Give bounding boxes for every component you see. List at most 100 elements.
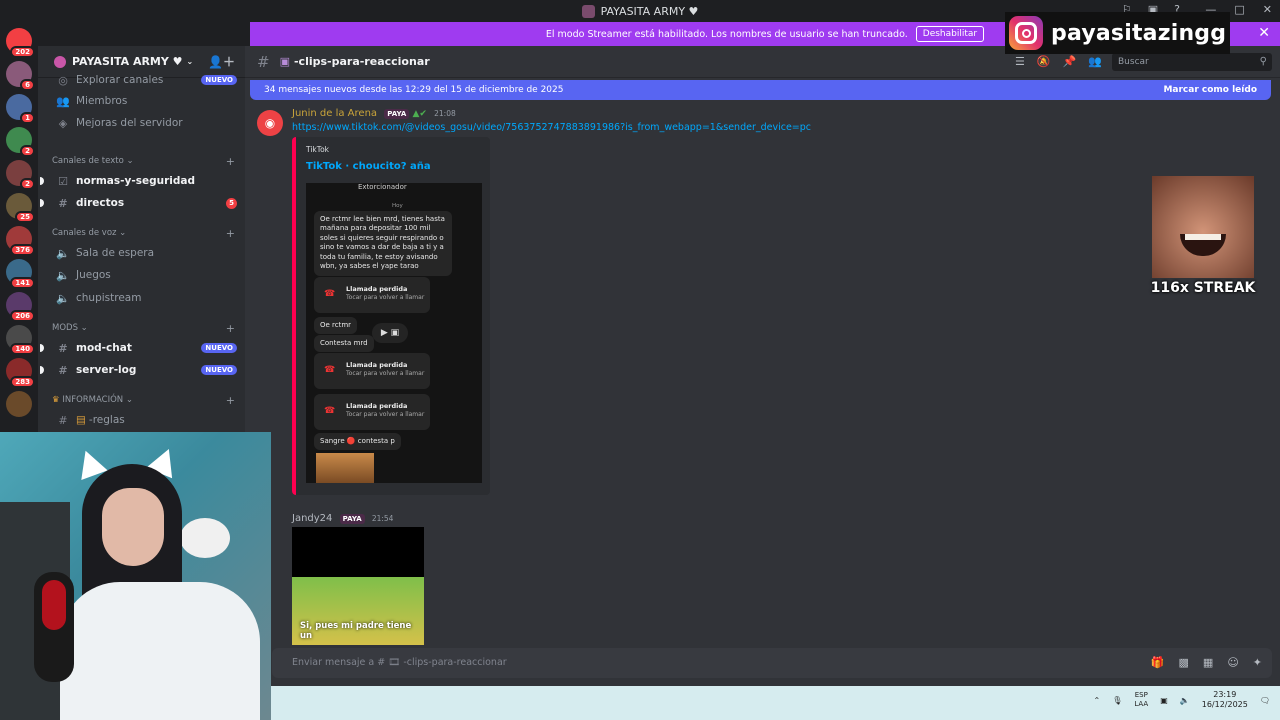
- server-icon[interactable]: 140: [6, 325, 35, 355]
- hash-icon: #: [257, 52, 270, 71]
- streak-image: [1152, 176, 1254, 278]
- window-title: PAYASITA ARMY ♥: [600, 4, 699, 18]
- gift-icon[interactable]: 🎁: [1151, 656, 1165, 669]
- author-name[interactable]: Junin de la Arena: [292, 108, 377, 119]
- speaker-icon: 🔈: [56, 268, 70, 282]
- instagram-icon: [1009, 16, 1043, 50]
- missed-call-title: Llamada perdida: [346, 402, 408, 410]
- voice-channel-chupistream[interactable]: 🔈 chupistream: [46, 288, 237, 308]
- category-text[interactable]: Canales de texto ⌄ +: [52, 154, 235, 168]
- microphone-icon[interactable]: 🎙: [1112, 696, 1122, 705]
- voice-channel-juegos[interactable]: 🔈 Juegos: [46, 265, 237, 285]
- server-icon[interactable]: 283: [6, 358, 35, 388]
- streak-label: 116x STREAK: [1150, 280, 1256, 296]
- search-input[interactable]: Buscar ⚲: [1112, 53, 1272, 71]
- role-tag: PAYA: [339, 514, 365, 524]
- role-tag: PAYA: [384, 109, 410, 119]
- mention-badge: 141: [10, 277, 35, 289]
- phone-icon: ☎: [324, 365, 336, 375]
- server-list: 202 6 1 2 2 25 376 141 206 140 283: [0, 22, 38, 432]
- channel-normas[interactable]: ☑ normas-y-seguridad: [40, 171, 237, 191]
- maximize-button[interactable]: □: [1234, 3, 1244, 16]
- apps-icon[interactable]: ✦: [1253, 656, 1262, 669]
- message-composer[interactable]: Enviar mensaje a # 🎞 -clips-para-reaccio…: [272, 648, 1272, 678]
- author-name[interactable]: Jandy24: [292, 513, 332, 524]
- sticker-icon[interactable]: ▦: [1203, 656, 1213, 669]
- new-messages-text: 34 mensajes nuevos desde las 12:29 del 1…: [264, 85, 564, 95]
- mention-badge: 25: [15, 211, 35, 223]
- channel-label: normas-y-seguridad: [76, 175, 195, 187]
- add-channel-icon[interactable]: +: [226, 394, 235, 407]
- close-icon[interactable]: ✕: [1258, 25, 1270, 41]
- server-icon[interactable]: 376: [6, 226, 35, 256]
- category-info[interactable]: ♛ INFORMACIÓN ⌄ +: [52, 393, 235, 407]
- clock-time: 23:19: [1213, 690, 1237, 699]
- server-icon[interactable]: 2: [6, 160, 35, 190]
- add-channel-icon[interactable]: +: [226, 322, 235, 335]
- mute-icon[interactable]: 🔕: [1037, 55, 1051, 68]
- phone-icon: ☎: [324, 406, 336, 416]
- new-pill: NUEVO: [201, 343, 237, 353]
- message-list[interactable]: 34 mensajes nuevos desde las 12:29 del 1…: [245, 78, 1280, 686]
- server-icon[interactable]: 202: [6, 28, 35, 58]
- invite-icon[interactable]: 👤＋: [208, 53, 235, 70]
- sidebar-item-label: Miembros: [76, 95, 128, 107]
- chevron-up-icon[interactable]: ⌃: [1094, 696, 1101, 705]
- category-label: MODS: [52, 323, 78, 333]
- embed-video[interactable]: Extorcionador Hoy Oe rctmr lee bien mrd,…: [306, 183, 482, 483]
- message-header: Junin de la Arena PAYA ▲✔ 21:08: [292, 108, 456, 119]
- taskbar-clock[interactable]: 23:19 16/12/2025: [1202, 690, 1248, 710]
- new-messages-banner[interactable]: 34 mensajes nuevos desde las 12:29 del 1…: [250, 80, 1271, 100]
- category-label: Canales de texto: [52, 156, 124, 166]
- volume-icon[interactable]: 🔈: [1180, 696, 1190, 705]
- server-icon[interactable]: [6, 391, 32, 417]
- server-icon[interactable]: 2: [6, 127, 35, 157]
- sidebar-item-boosts[interactable]: ◈ Mejoras del servidor: [46, 113, 237, 133]
- threads-icon[interactable]: ☰: [1015, 55, 1025, 68]
- server-icon[interactable]: 141: [6, 259, 35, 289]
- mention-badge: 6: [20, 79, 35, 91]
- add-channel-icon[interactable]: +: [226, 227, 235, 240]
- category-mods[interactable]: MODS ⌄ +: [52, 321, 235, 335]
- clock-date: 16/12/2025: [1201, 700, 1248, 709]
- sidebar-item-explore[interactable]: ◎ Explorar canales NUEVO: [46, 70, 237, 90]
- missed-call-sub: Tocar para volver a llamar: [346, 294, 425, 301]
- emoji-icon[interactable]: ☺: [1227, 656, 1238, 669]
- timestamp: 21:54: [371, 514, 394, 523]
- discord-avatar[interactable]: ◉: [257, 110, 283, 136]
- gif-icon[interactable]: ▩: [1179, 656, 1189, 669]
- hash-icon: #: [58, 413, 68, 427]
- play-icon[interactable]: ▶ ▣: [372, 323, 408, 343]
- category-label: Canales de voz: [52, 228, 117, 238]
- network-icon[interactable]: ▣: [1160, 696, 1168, 705]
- chat-contact: Extorcionador: [358, 183, 407, 191]
- chevron-down-icon: ⌄: [186, 57, 194, 66]
- speaker-icon: 🔈: [56, 291, 70, 305]
- sidebar-item-members[interactable]: 👥 Miembros: [46, 91, 237, 111]
- channel-directos[interactable]: # directos 5: [40, 193, 237, 213]
- add-channel-icon[interactable]: +: [226, 155, 235, 168]
- message-link[interactable]: https://www.tiktok.com/@videos_gosu/vide…: [292, 122, 811, 133]
- disable-streamer-button[interactable]: Deshabilitar: [915, 26, 985, 42]
- channel-reglas[interactable]: # ▤ -reglas: [46, 410, 237, 430]
- language-indicator[interactable]: ESP LAA: [1134, 691, 1148, 709]
- channel-mod-chat[interactable]: # mod-chat NUEVO: [40, 338, 237, 358]
- pin-icon[interactable]: 📌: [1063, 55, 1077, 68]
- server-icon[interactable]: 6: [6, 61, 35, 91]
- video-attachment[interactable]: Si, pues mi padre tiene un: [292, 527, 424, 645]
- category-voice[interactable]: Canales de voz ⌄ +: [52, 226, 235, 240]
- member-list-icon[interactable]: 👥: [1088, 55, 1102, 68]
- close-window-button[interactable]: ✕: [1263, 3, 1272, 16]
- notification-icon[interactable]: 🗨: [1260, 696, 1270, 705]
- plush-toy: [180, 518, 230, 558]
- chat-day: Hoy: [392, 203, 403, 209]
- mention-badge: 140: [10, 343, 35, 355]
- server-icon[interactable]: 206: [6, 292, 35, 322]
- streamer-face: [102, 488, 164, 566]
- voice-channel-sala[interactable]: 🔈 Sala de espera: [46, 243, 237, 263]
- server-icon[interactable]: 25: [6, 193, 35, 223]
- server-icon[interactable]: 1: [6, 94, 35, 124]
- mark-read-button[interactable]: Marcar como leído: [1163, 85, 1257, 95]
- channel-server-log[interactable]: # server-log NUEVO: [40, 360, 237, 380]
- embed-title[interactable]: TikTok · choucito? aña: [306, 161, 431, 172]
